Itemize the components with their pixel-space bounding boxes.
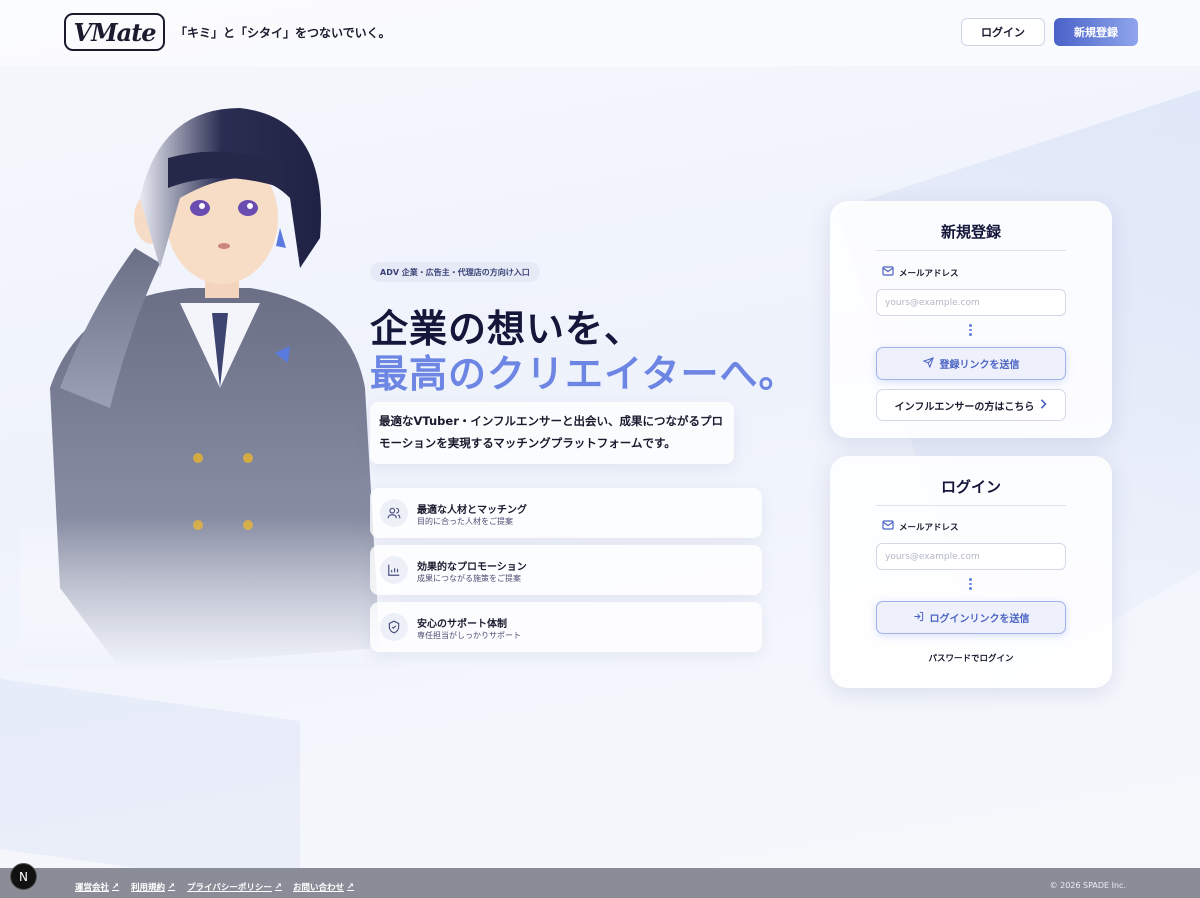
headline-line2: 最高のクリエイターへ。 [370, 352, 798, 396]
login-card-title: ログイン [940, 478, 1001, 496]
external-link-icon: ↗ [347, 882, 355, 892]
bar-chart-icon [380, 556, 408, 584]
signup-card-title: 新規登録 [940, 223, 1001, 241]
dev-tools-badge[interactable]: N [10, 863, 37, 890]
copyright: © 2026 SPADE Inc. [1049, 881, 1126, 890]
external-link-icon: ↗ [274, 882, 282, 892]
site-header: VMate 「キミ」と「シタイ」をつないでいく。 ログイン 新規登録 [0, 0, 1200, 66]
mail-icon [882, 266, 894, 279]
feature-title: 安心のサポート体制 [417, 619, 507, 630]
email-label: メールアドレス [882, 520, 959, 533]
send-signup-link-button[interactable]: 登録リンクを送信 [876, 347, 1066, 380]
header-login-button[interactable]: ログイン [961, 18, 1045, 46]
feature-card-support: 安心のサポート体制 専任担当がしっかりサポート [370, 602, 762, 652]
footer-link-terms[interactable]: 利用規約 ↗ [131, 881, 175, 893]
hero-description: 最適なVTuber・インフルエンサーと出会い、成果につながるプロモーションを実現… [370, 402, 734, 464]
send-login-link-button[interactable]: ログインリンクを送信 [876, 601, 1066, 634]
site-footer [0, 868, 1200, 898]
signup-email-input[interactable] [876, 289, 1066, 316]
background-shape [0, 678, 300, 892]
header-signup-button[interactable]: 新規登録 [1054, 18, 1138, 46]
email-label: メールアドレス [882, 266, 959, 279]
login-email-input[interactable] [876, 543, 1066, 570]
users-icon [380, 499, 408, 527]
audience-badge: ADV 企業・広告主・代理店の方向け入口 [370, 262, 540, 282]
vmate-logo[interactable]: VMate [64, 13, 165, 51]
step-dots [969, 324, 973, 336]
step-dots [969, 578, 973, 590]
footer-link-privacy[interactable]: プライバシーポリシー ↗ [187, 881, 282, 893]
external-link-icon: ↗ [112, 882, 120, 892]
divider [876, 250, 1066, 251]
chevron-right-icon [1039, 398, 1048, 412]
login-arrow-icon [913, 611, 924, 625]
divider [876, 505, 1066, 506]
footer-link-contact[interactable]: お問い合わせ ↗ [293, 881, 354, 893]
influencer-link-button[interactable]: インフルエンサーの方はこちら [876, 389, 1066, 421]
login-card: ログイン メールアドレス ログインリンクを送信 パスワードでログイン [830, 456, 1112, 688]
feature-title: 最適な人材とマッチング [417, 505, 527, 516]
feature-card-matching: 最適な人材とマッチング 目的に合った人材をご提案 [370, 488, 762, 538]
mail-icon [882, 520, 894, 533]
feature-title: 効果的なプロモーション [417, 562, 527, 573]
feature-subtitle: 成果につながる施策をご提案 [417, 574, 521, 583]
character-illustration [20, 108, 400, 668]
shield-check-icon [380, 613, 408, 641]
tagline: 「キミ」と「シタイ」をつないでいく。 [175, 26, 391, 40]
footer-link-company[interactable]: 運営会社 ↗ [75, 881, 119, 893]
feature-card-promotion: 効果的なプロモーション 成果につながる施策をご提案 [370, 545, 762, 595]
send-icon [922, 356, 934, 371]
password-login-link[interactable]: パスワードでログイン [830, 652, 1112, 664]
feature-subtitle: 専任担当がしっかりサポート [417, 631, 521, 640]
external-link-icon: ↗ [168, 882, 176, 892]
signup-card: 新規登録 メールアドレス 登録リンクを送信 インフルエンサーの方はこちら [830, 201, 1112, 438]
feature-subtitle: 目的に合った人材をご提案 [417, 517, 513, 526]
